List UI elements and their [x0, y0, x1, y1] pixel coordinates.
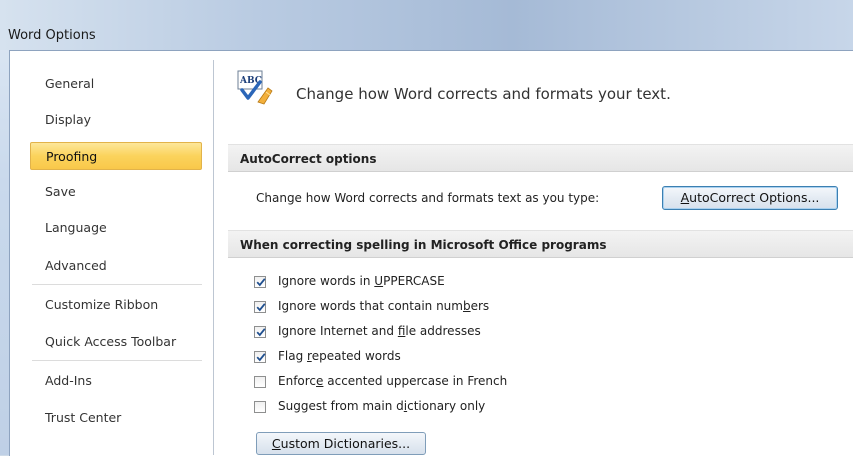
nav-separator: [32, 284, 202, 285]
checkbox-ignore-numbers[interactable]: [254, 301, 266, 313]
checkbox-ignore-uppercase[interactable]: [254, 276, 266, 288]
nav-item-advanced[interactable]: Advanced: [30, 252, 202, 280]
proofing-pane: ABC Change how Word corrects and formats…: [214, 60, 853, 455]
category-nav: General Display Proofing Save Language A…: [10, 60, 203, 455]
nav-item-save[interactable]: Save: [30, 178, 202, 206]
nav-item-add-ins[interactable]: Add-Ins: [30, 367, 202, 395]
custom-dictionaries-button-label: Custom Dictionaries...: [271, 436, 411, 451]
checkmark-icon: [256, 328, 266, 337]
nav-item-quick-access-toolbar[interactable]: Quick Access Toolbar: [30, 328, 202, 356]
nav-item-proofing[interactable]: Proofing: [30, 142, 202, 170]
nav-item-trust-center[interactable]: Trust Center: [30, 404, 202, 432]
checkbox-enforce-french[interactable]: [254, 376, 266, 388]
section-spelling: When correcting spelling in Microsoft Of…: [228, 230, 853, 258]
nav-item-display[interactable]: Display: [30, 106, 202, 134]
checkbox-label: Flag repeated words: [278, 349, 401, 363]
checkbox-label: Enforce accented uppercase in French: [278, 374, 508, 388]
checkbox-label: Suggest from main dictionary only: [278, 399, 486, 413]
checkbox-flag-repeated[interactable]: [254, 351, 266, 363]
nav-item-customize-ribbon[interactable]: Customize Ribbon: [30, 291, 202, 319]
pane-header-text: Change how Word corrects and formats you…: [296, 85, 671, 103]
checkmark-icon: [256, 278, 266, 287]
checkbox-label: Ignore Internet and file addresses: [278, 324, 481, 338]
checkbox-ignore-internet-file[interactable]: [254, 326, 266, 338]
word-options-window: Word Options General Display Proofing Sa…: [0, 0, 853, 456]
window-title: Word Options: [8, 28, 96, 43]
abc-spellcheck-icon: ABC: [236, 70, 280, 106]
nav-item-general[interactable]: General: [30, 70, 202, 98]
nav-separator: [32, 360, 202, 361]
nav-item-language[interactable]: Language: [30, 214, 202, 242]
checkbox-label: Ignore words in UPPERCASE: [278, 274, 445, 288]
checkbox-suggest-main-dict[interactable]: [254, 401, 266, 413]
checkbox-label: Ignore words that contain numbers: [278, 299, 490, 313]
title-bar[interactable]: Word Options: [0, 0, 853, 50]
custom-dictionaries-button[interactable]: Custom Dictionaries...: [256, 432, 426, 455]
autocorrect-description: Change how Word corrects and formats tex…: [256, 191, 600, 205]
section-autocorrect-options: AutoCorrect options: [228, 144, 853, 172]
checkmark-icon: [256, 353, 266, 362]
checkmark-icon: [256, 303, 266, 312]
autocorrect-options-button[interactable]: AutoCorrect Options...: [662, 186, 838, 210]
autocorrect-options-button-label: AutoCorrect Options...: [680, 190, 820, 205]
